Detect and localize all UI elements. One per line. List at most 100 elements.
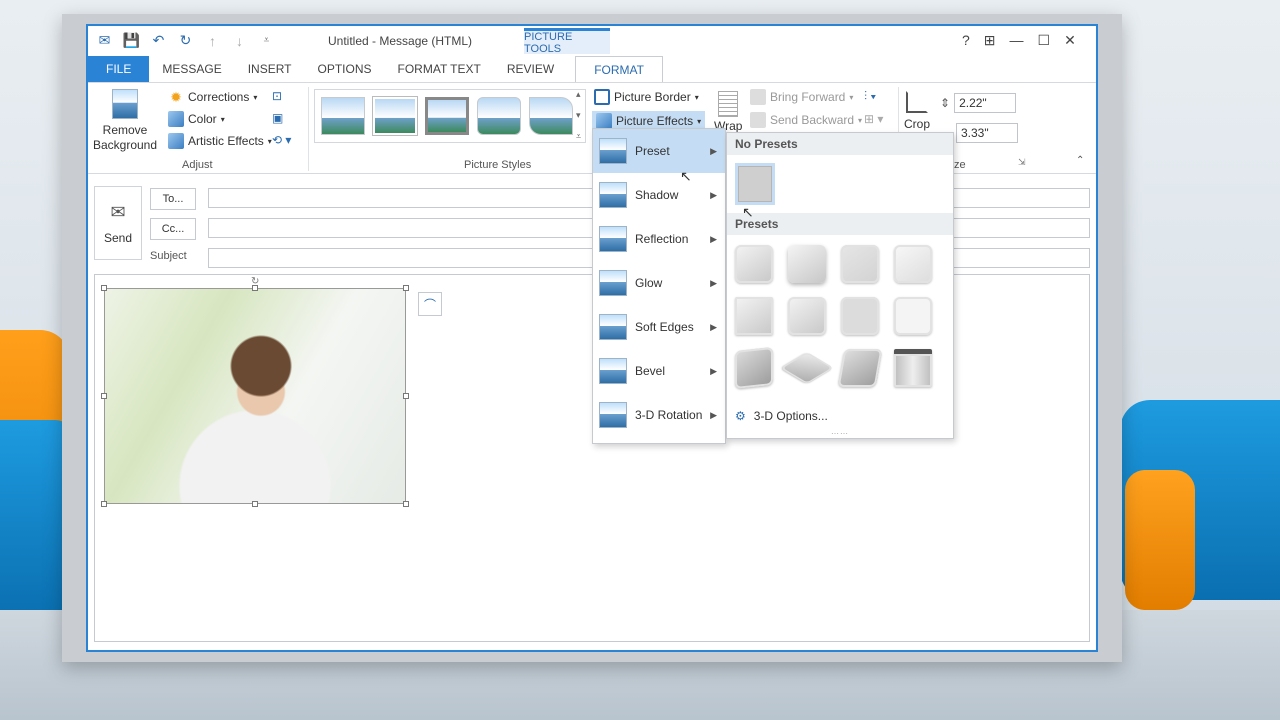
size-dialog-launcher-icon[interactable]: ⇲ <box>1018 157 1026 168</box>
bevel-icon <box>599 358 627 384</box>
chevron-down-icon: ▾ <box>253 92 258 102</box>
help-icon[interactable]: ? <box>962 32 970 49</box>
resize-handle[interactable] <box>101 501 107 507</box>
ribbon-display-icon[interactable]: ⊞ <box>984 32 996 49</box>
inserted-picture[interactable] <box>104 288 406 504</box>
redo-icon[interactable]: ↻ <box>177 32 194 49</box>
menu-item-preset[interactable]: Preset ▶ <box>593 129 725 173</box>
bring-forward-button[interactable]: Bring Forward ▾ <box>750 89 853 105</box>
to-button[interactable]: To... <box>150 188 196 210</box>
close-icon[interactable]: ✕ <box>1064 32 1076 49</box>
menu-item-shadow[interactable]: Shadow ▶ <box>593 173 725 217</box>
glow-icon <box>599 270 627 296</box>
send-backward-button[interactable]: Send Backward ▾ <box>750 112 862 128</box>
down-arrow-icon[interactable]: ↓ <box>231 32 248 49</box>
crop-icon <box>906 91 928 113</box>
shape-width-input[interactable]: 3.33" <box>956 123 1018 143</box>
resize-handle[interactable] <box>101 393 107 399</box>
preset-option[interactable] <box>894 349 932 387</box>
preset-option[interactable] <box>894 245 932 283</box>
compress-pictures-icon[interactable]: ⊡ <box>272 89 291 103</box>
picture-style-thumbnail[interactable] <box>373 97 417 135</box>
resize-handle[interactable] <box>403 501 409 507</box>
preset-option[interactable] <box>837 349 883 387</box>
change-picture-icon[interactable]: ▣ <box>272 111 291 125</box>
group-icon[interactable]: ⊞ ▾ <box>864 112 883 126</box>
color-icon <box>168 111 184 127</box>
picture-style-thumbnail[interactable] <box>529 97 573 135</box>
send-icon: ✉ <box>110 201 126 222</box>
preset-submenu: No Presets Presets ⚙ 3-D Options... ⋯⋯ <box>726 132 954 439</box>
resize-handle[interactable] <box>403 285 409 291</box>
tab-file[interactable]: FILE <box>88 56 150 82</box>
save-icon[interactable]: 💾 <box>123 32 140 49</box>
color-button[interactable]: Color ▾ <box>168 111 272 127</box>
preset-option[interactable] <box>841 245 879 283</box>
adjust-small-icons: ⊡ ▣ ⟲ ▾ <box>272 89 291 147</box>
shape-height-input[interactable]: 2.22" <box>954 93 1017 113</box>
menu-item-reflection[interactable]: Reflection ▶ <box>593 217 725 261</box>
corrections-button[interactable]: ✹ Corrections ▾ <box>168 89 272 105</box>
send-button[interactable]: ✉ Send <box>94 186 142 260</box>
remove-background-button[interactable]: Remove Background <box>92 89 158 153</box>
submenu-arrow-icon: ▶ <box>710 145 717 156</box>
3d-options-item[interactable]: ⚙ 3-D Options... <box>727 409 828 423</box>
menu-item-glow[interactable]: Glow ▶ <box>593 261 725 305</box>
artistic-effects-button[interactable]: Artistic Effects ▾ <box>168 133 272 149</box>
3d-options-label: 3-D Options... <box>753 409 828 423</box>
collapse-ribbon-icon[interactable]: ⌃ <box>1076 155 1084 166</box>
crop-button[interactable]: Crop <box>904 91 930 131</box>
preset-option[interactable] <box>894 297 932 335</box>
menu-item-label: Soft Edges <box>635 320 694 334</box>
menu-item-soft-edges[interactable]: Soft Edges ▶ <box>593 305 725 349</box>
chevron-up-icon[interactable]: ▴ <box>576 89 581 100</box>
customize-qat-icon[interactable]: ⩡ <box>258 32 275 49</box>
rotate-handle-icon[interactable]: ↻ <box>251 276 259 287</box>
chevron-down-icon[interactable]: ▾ <box>576 110 581 121</box>
artistic-effects-label: Artistic Effects <box>188 134 264 148</box>
preset-option[interactable] <box>788 245 826 283</box>
tab-review[interactable]: REVIEW <box>494 56 567 82</box>
picture-border-icon <box>594 89 610 105</box>
no-preset-option[interactable] <box>735 163 775 205</box>
minimize-icon[interactable]: — <box>1010 32 1024 49</box>
maximize-icon[interactable]: ☐ <box>1038 32 1051 49</box>
more-icon[interactable]: ⩡ <box>576 131 581 142</box>
preset-option[interactable] <box>788 297 826 335</box>
resize-handle[interactable] <box>403 393 409 399</box>
resize-handle[interactable] <box>252 501 258 507</box>
picture-border-button[interactable]: Picture Border ▾ <box>594 89 699 105</box>
tab-format[interactable]: FORMAT <box>575 56 663 82</box>
submenu-arrow-icon: ▶ <box>710 233 717 244</box>
picture-style-thumbnail[interactable] <box>425 97 469 135</box>
menu-item-bevel[interactable]: Bevel ▶ <box>593 349 725 393</box>
undo-icon[interactable]: ↶ <box>150 32 167 49</box>
up-arrow-icon[interactable]: ↑ <box>204 32 221 49</box>
preset-option[interactable] <box>780 351 834 385</box>
preset-option[interactable] <box>735 297 773 335</box>
cc-button[interactable]: Cc... <box>150 218 196 240</box>
tab-options[interactable]: OPTIONS <box>305 56 385 82</box>
tab-message[interactable]: MESSAGE <box>149 56 234 82</box>
window-title: Untitled - Message (HTML) <box>328 34 473 48</box>
desktop-decor-right-orange <box>1125 470 1195 610</box>
resize-handle[interactable] <box>101 285 107 291</box>
menu-resize-grip-icon[interactable]: ⋯⋯ <box>831 429 849 438</box>
menu-item-3d-rotation[interactable]: 3-D Rotation ▶ <box>593 393 725 437</box>
chevron-down-icon: ▾ <box>694 92 699 102</box>
preset-option[interactable] <box>841 297 879 335</box>
preset-option[interactable] <box>735 245 773 283</box>
picture-style-thumbnail[interactable] <box>477 97 521 135</box>
wrap-text-button[interactable]: Wrap <box>714 91 742 133</box>
preset-option[interactable] <box>735 347 773 389</box>
tab-format-text[interactable]: FORMAT TEXT <box>385 56 494 82</box>
layout-options-icon[interactable]: ⌒ <box>418 292 442 316</box>
height-icon: ⇕ <box>940 96 951 110</box>
presets-header: Presets <box>727 213 953 235</box>
send-backward-icon <box>750 112 766 128</box>
tab-insert[interactable]: INSERT <box>235 56 305 82</box>
align-icon[interactable]: ⫶ ▾ <box>864 89 883 104</box>
reset-picture-icon[interactable]: ⟲ ▾ <box>272 133 291 147</box>
wrap-text-icon <box>718 91 739 117</box>
picture-style-thumbnail[interactable] <box>321 97 365 135</box>
